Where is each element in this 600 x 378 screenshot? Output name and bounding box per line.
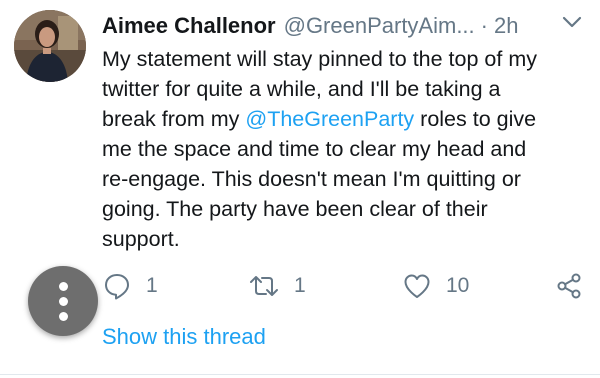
- mention-link[interactable]: @TheGreenParty: [245, 107, 414, 131]
- author-name[interactable]: Aimee Challenor: [102, 13, 276, 39]
- like-count: 10: [446, 274, 470, 297]
- tweet-text-line: break from my @TheGreenParty roles to gi…: [102, 104, 592, 134]
- tweet-text: My statement will stay pinned to the top…: [102, 44, 592, 254]
- tweet-timestamp[interactable]: 2h: [494, 13, 518, 39]
- tweet-text-line: support.: [102, 227, 180, 251]
- avatar[interactable]: [14, 10, 86, 82]
- fab-dot: [58, 311, 68, 321]
- like-button[interactable]: 10: [402, 268, 469, 304]
- tweet-text-line: going. The party have been clear of thei…: [102, 197, 488, 221]
- retweet-icon: [250, 276, 278, 296]
- author-handle[interactable]: @GreenPartyAim...: [284, 13, 475, 39]
- reply-button[interactable]: 1: [102, 268, 158, 304]
- tweet-text-line: me the space and time to clear my head a…: [102, 137, 527, 161]
- show-thread-link[interactable]: Show this thread: [102, 324, 266, 350]
- fab-dot: [58, 281, 68, 291]
- divider: [0, 374, 600, 375]
- retweet-button[interactable]: 1: [248, 268, 306, 304]
- tweet-text-line: My statement will stay pinned to the top…: [102, 47, 537, 71]
- tweet-header: Aimee Challenor @GreenPartyAim... · 2h: [102, 6, 588, 46]
- avatar-image: [14, 10, 86, 82]
- tweet-actions: 1 1 10: [102, 268, 592, 304]
- share-button[interactable]: [554, 268, 584, 304]
- separator-dot: ·: [480, 13, 488, 38]
- heart-icon: [404, 274, 430, 298]
- more-vertical-icon[interactable]: [28, 266, 98, 336]
- tweet-text-line: twitter for quite a while, and I'll be t…: [102, 77, 501, 101]
- tweet-text-line: re-engage. This doesn't mean I'm quittin…: [102, 167, 521, 191]
- tweet-text-segment: break from my: [102, 107, 246, 131]
- reply-icon: [105, 274, 129, 300]
- tweet-text-segment: roles to give: [414, 107, 537, 131]
- tweet-card[interactable]: Aimee Challenor @GreenPartyAim... · 2h M…: [0, 0, 600, 378]
- reply-count: 1: [146, 274, 158, 297]
- fab-dot: [58, 296, 68, 306]
- share-icon: [557, 273, 581, 299]
- chevron-down-icon[interactable]: [558, 8, 586, 36]
- retweet-count: 1: [294, 274, 306, 297]
